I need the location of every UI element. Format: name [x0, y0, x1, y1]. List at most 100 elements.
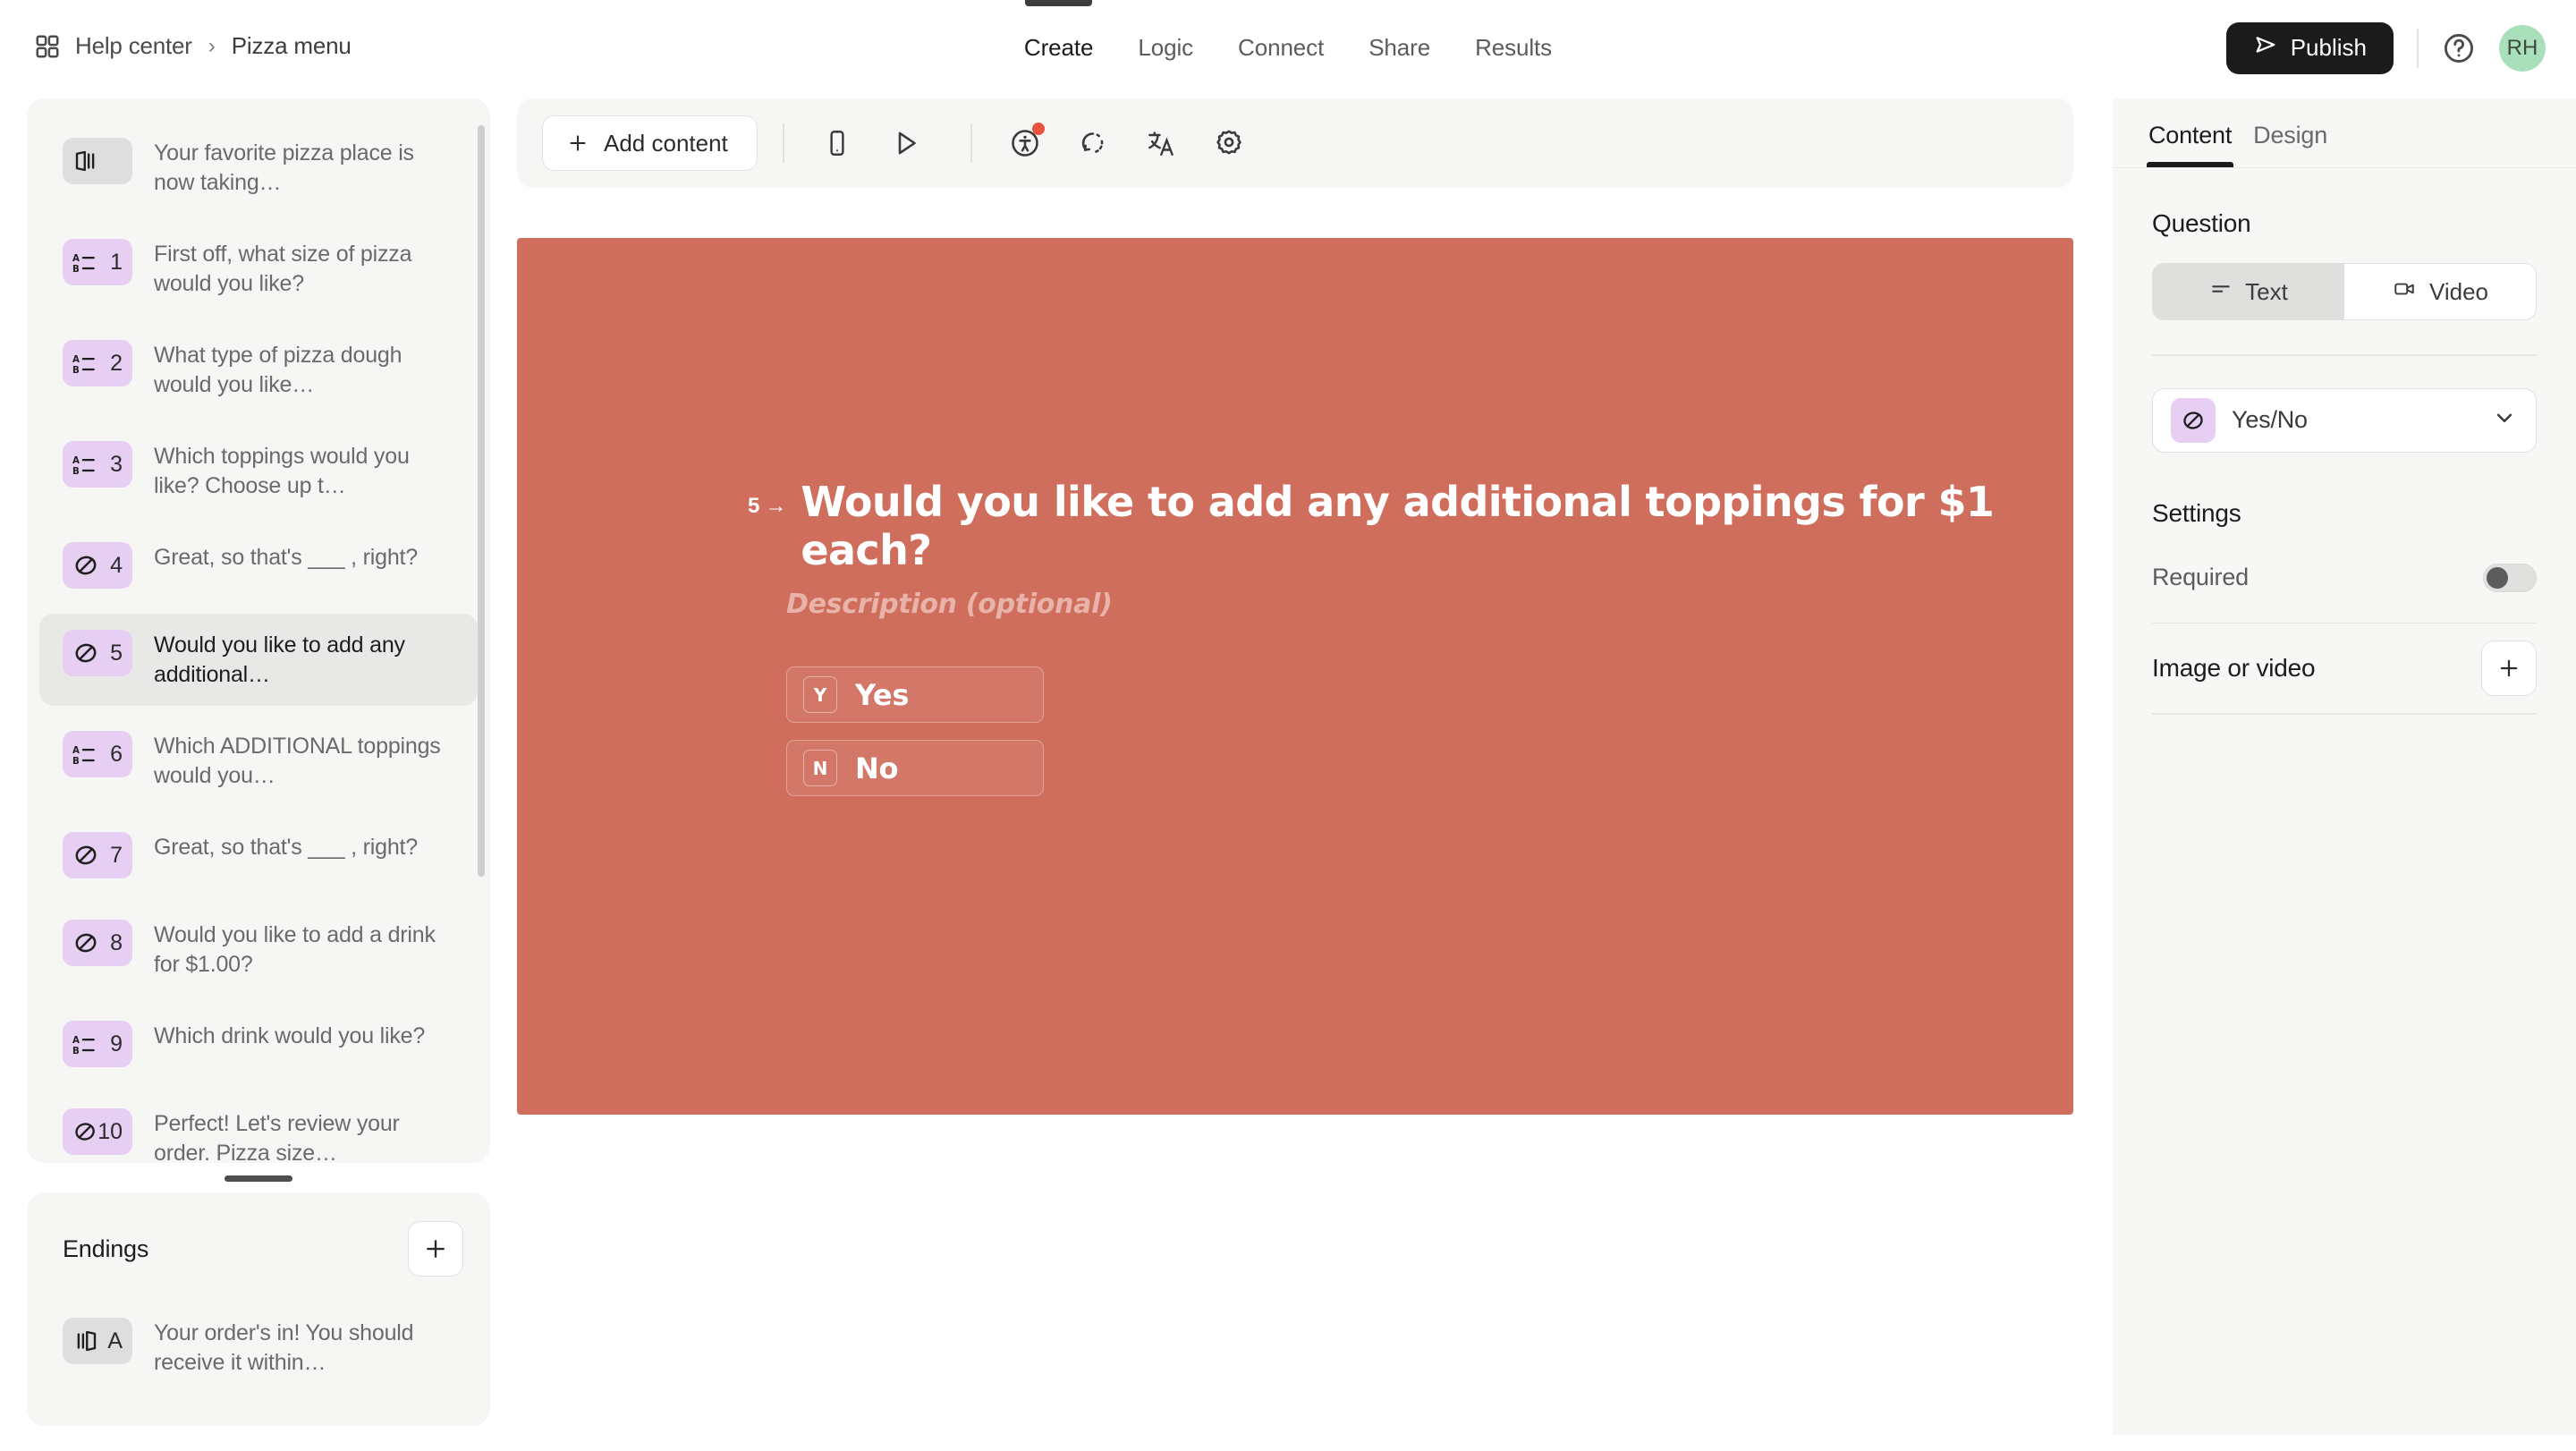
- tab-results[interactable]: Results: [1453, 0, 1574, 96]
- sidebar-item-label: Perfect! Let's review your order. Pizza …: [154, 1111, 400, 1163]
- question-circle-icon[interactable]: [2442, 31, 2476, 65]
- answer-choice-no[interactable]: N No: [786, 740, 1044, 796]
- toolbar-divider: [2417, 28, 2419, 68]
- ending-screen-icon-badge: A: [63, 1318, 132, 1364]
- arrow-right-icon: →: [765, 494, 787, 518]
- sidebar-item-ending-a[interactable]: A Your order's in! You should receive it…: [39, 1302, 478, 1394]
- sidebar-item-label: First off, what size of pizza would you …: [154, 242, 412, 296]
- play-preview-icon[interactable]: [877, 115, 933, 171]
- question-number: 8: [110, 929, 123, 955]
- sidebar-item-label: Which toppings would you like? Choose up…: [154, 444, 410, 498]
- sidebar: Your favorite pizza place is now taking……: [27, 98, 490, 1440]
- choice-key-hint: Y: [803, 676, 837, 713]
- segment-text[interactable]: Text: [2153, 264, 2344, 319]
- tab-content[interactable]: Content: [2138, 122, 2242, 167]
- question-description-placeholder[interactable]: Description (optional): [786, 589, 2002, 620]
- yes-no-icon-badge: 5: [63, 630, 132, 676]
- segment-video[interactable]: Video: [2344, 264, 2536, 319]
- right-panel-tabs: Content Design: [2113, 98, 2576, 168]
- add-content-label: Add content: [604, 129, 728, 157]
- sidebar-item-10[interactable]: 10 Perfect! Let's review your order. Piz…: [39, 1092, 478, 1163]
- sidebar-scrollbar[interactable]: [478, 125, 485, 877]
- tab-design[interactable]: Design: [2242, 122, 2338, 167]
- editor-center: Add content 5 → Would you like to add an…: [517, 98, 2100, 1440]
- breadcrumb-current[interactable]: Pizza menu: [232, 32, 352, 60]
- accessibility-icon[interactable]: [997, 115, 1053, 171]
- required-toggle[interactable]: [2483, 563, 2537, 592]
- add-ending-button[interactable]: [408, 1221, 463, 1277]
- ending-letter: A: [107, 1328, 123, 1353]
- add-image-or-video-button[interactable]: [2481, 641, 2537, 697]
- sidebar-item-4[interactable]: 4 Great, so that's ___ , right?: [39, 526, 478, 605]
- segment-text-label: Text: [2245, 277, 2288, 305]
- translate-icon[interactable]: [1133, 115, 1189, 171]
- question-headline: 5 → Would you like to add any additional…: [748, 478, 2002, 574]
- question-block: 5 → Would you like to add any additional…: [748, 478, 2002, 813]
- multiple-choice-icon-badge: A B 1: [63, 239, 132, 285]
- question-title[interactable]: Would you like to add any additional top…: [801, 478, 2002, 574]
- question-section-title: Question: [2152, 209, 2251, 237]
- main-tabs: Create Logic Connect Share Results: [1002, 0, 1574, 96]
- sidebar-item-label: Which ADDITIONAL toppings would you…: [154, 734, 441, 788]
- breadcrumb: Help center › Pizza menu: [34, 32, 352, 60]
- sidebar-item-3[interactable]: A B 3 Which toppings would you like? Cho…: [39, 425, 478, 517]
- tab-logic[interactable]: Logic: [1115, 0, 1216, 96]
- sidebar-item-7[interactable]: 7 Great, so that's ___ , right?: [39, 816, 478, 895]
- svg-text:A: A: [72, 355, 80, 365]
- settings-section-title: Settings: [2152, 498, 2241, 527]
- segment-video-label: Video: [2428, 277, 2489, 305]
- tab-create[interactable]: Create: [1002, 0, 1115, 96]
- answer-choice-yes[interactable]: Y Yes: [786, 666, 1044, 723]
- undo-icon[interactable]: [1065, 115, 1121, 171]
- svg-text:A: A: [72, 746, 80, 756]
- question-index-number: 5: [748, 494, 760, 518]
- mobile-preview-icon[interactable]: [809, 115, 865, 171]
- breadcrumb-separator-icon: ›: [208, 33, 216, 58]
- video-camera-icon: [2392, 277, 2417, 307]
- question-number: 6: [110, 741, 123, 767]
- yes-no-icon-badge: 4: [63, 542, 132, 589]
- sidebar-item-5[interactable]: 5 Would you like to add any additional…: [39, 614, 478, 706]
- svg-text:B: B: [72, 1047, 80, 1056]
- multiple-choice-icon-badge: A B 6: [63, 731, 132, 777]
- question-media-segmented-control: Text Video: [2152, 263, 2537, 320]
- tab-share[interactable]: Share: [1346, 0, 1453, 96]
- sidebar-item-8[interactable]: 8 Would you like to add a drink for $1.0…: [39, 904, 478, 996]
- text-lines-icon: [2209, 277, 2233, 307]
- svg-text:B: B: [72, 757, 80, 766]
- question-canvas-preview[interactable]: 5 → Would you like to add any additional…: [517, 238, 2073, 1115]
- question-number: 10: [97, 1118, 123, 1144]
- send-icon: [2253, 32, 2278, 64]
- choice-label: No: [855, 751, 899, 785]
- multiple-choice-icon-badge: A B 2: [63, 340, 132, 386]
- sidebar-item-9[interactable]: A B 9 Which drink would you like?: [39, 1005, 478, 1083]
- endings-header: Endings: [27, 1212, 490, 1277]
- breadcrumb-help-center[interactable]: Help center: [75, 32, 192, 60]
- right-panel: Content Design Question Text Video Yes/N…: [2113, 98, 2576, 1435]
- choice-key-hint: N: [803, 750, 837, 786]
- endings-panel: Endings A Your order's in! You should re…: [27, 1192, 490, 1426]
- sidebar-item-welcome[interactable]: Your favorite pizza place is now taking…: [39, 122, 478, 214]
- sidebar-item-6[interactable]: A B 6 Which ADDITIONAL toppings would yo…: [39, 715, 478, 807]
- avatar[interactable]: RH: [2499, 24, 2546, 72]
- sidebar-item-label: Great, so that's ___ , right?: [154, 835, 418, 860]
- tab-connect[interactable]: Connect: [1216, 0, 1346, 96]
- sidebar-item-1[interactable]: A B 1 First off, what size of pizza woul…: [39, 223, 478, 315]
- chevron-down-icon: [2491, 404, 2518, 436]
- multiple-choice-icon-badge: A B 3: [63, 441, 132, 488]
- required-label: Required: [2152, 564, 2249, 591]
- panel-resize-handle[interactable]: [225, 1175, 292, 1182]
- grid-icon[interactable]: [34, 33, 61, 60]
- welcome-screen-icon: [63, 138, 132, 184]
- toolbar-divider: [970, 123, 972, 163]
- settings-gear-icon[interactable]: [1201, 115, 1257, 171]
- notification-dot: [1031, 123, 1045, 135]
- sidebar-item-label: What type of pizza dough would you like…: [154, 343, 402, 397]
- canvas-toolbar: Add content: [517, 98, 2073, 188]
- add-content-button[interactable]: Add content: [542, 115, 758, 171]
- sidebar-item-2[interactable]: A B 2 What type of pizza dough would you…: [39, 324, 478, 416]
- question-type-dropdown[interactable]: Yes/No: [2152, 387, 2537, 453]
- yes-no-icon-badge: 10: [63, 1108, 132, 1155]
- publish-button[interactable]: Publish: [2225, 21, 2394, 74]
- sidebar-item-label: Would you like to add any additional…: [154, 632, 405, 687]
